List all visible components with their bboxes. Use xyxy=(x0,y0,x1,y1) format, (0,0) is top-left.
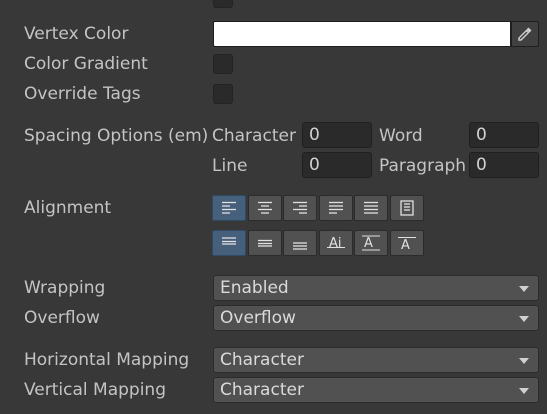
vertical-alignment-group: Ai A A xyxy=(212,230,425,256)
wrapping-label: Wrapping xyxy=(24,278,106,298)
align-midline-button[interactable]: A xyxy=(354,230,388,256)
svg-text:Ai: Ai xyxy=(329,236,342,251)
chevron-down-icon xyxy=(519,286,529,292)
wrapping-dropdown[interactable]: Enabled xyxy=(213,275,539,301)
align-top-icon xyxy=(222,237,236,245)
svg-text:A: A xyxy=(364,236,373,251)
align-justify-icon xyxy=(328,201,343,214)
word-spacing-input[interactable]: 0 xyxy=(469,122,539,148)
align-geometry-center-button[interactable] xyxy=(389,195,424,221)
character-spacing-input[interactable]: 0 xyxy=(302,122,372,148)
align-left-button[interactable] xyxy=(212,195,246,221)
override-tags-checkbox[interactable] xyxy=(213,84,233,104)
horizontal-mapping-dropdown[interactable]: Character xyxy=(213,347,539,373)
horizontal-mapping-label: Horizontal Mapping xyxy=(24,350,190,370)
wrapping-value: Enabled xyxy=(220,278,289,298)
horizontal-alignment-group xyxy=(212,195,425,221)
overflow-label: Overflow xyxy=(24,308,100,328)
color-picker-button[interactable] xyxy=(511,21,539,47)
align-bottom-button[interactable] xyxy=(283,230,317,256)
chevron-down-icon xyxy=(519,388,529,394)
line-spacing-input[interactable]: 0 xyxy=(302,152,372,178)
align-center-icon xyxy=(257,201,272,214)
paragraph-spacing-input[interactable]: 0 xyxy=(469,152,539,178)
align-flush-button[interactable] xyxy=(354,195,388,221)
partial-checkbox-top[interactable] xyxy=(213,0,233,8)
align-capline-icon: A xyxy=(397,237,416,252)
character-spacing-label: Character xyxy=(212,126,296,146)
overflow-dropdown[interactable]: Overflow xyxy=(213,305,539,331)
word-spacing-label: Word xyxy=(379,126,423,146)
align-left-icon xyxy=(222,201,236,214)
horizontal-mapping-value: Character xyxy=(220,350,304,370)
align-bottom-icon xyxy=(293,242,307,250)
svg-text:A: A xyxy=(401,238,410,252)
spacing-options-label: Spacing Options (em) xyxy=(24,126,209,146)
align-justify-button[interactable] xyxy=(318,195,353,221)
eyedropper-icon xyxy=(518,27,532,41)
align-middle-button[interactable] xyxy=(247,230,282,256)
line-spacing-label: Line xyxy=(212,156,248,176)
vertical-mapping-label: Vertical Mapping xyxy=(24,380,166,400)
align-baseline-button[interactable]: Ai xyxy=(318,230,353,256)
align-midline-icon: A xyxy=(362,235,380,251)
alignment-label: Alignment xyxy=(24,198,112,218)
align-top-button[interactable] xyxy=(212,230,246,256)
paragraph-spacing-label: Paragraph xyxy=(379,156,467,176)
align-capline-button[interactable]: A xyxy=(389,230,424,256)
color-gradient-label: Color Gradient xyxy=(24,54,148,74)
align-baseline-icon: Ai xyxy=(326,236,345,251)
align-middle-icon xyxy=(257,239,272,247)
color-gradient-checkbox[interactable] xyxy=(213,54,233,74)
override-tags-label: Override Tags xyxy=(24,84,141,104)
vertical-mapping-value: Character xyxy=(220,380,304,400)
align-right-button[interactable] xyxy=(283,195,317,221)
overflow-value: Overflow xyxy=(220,308,296,328)
vertex-color-swatch[interactable] xyxy=(213,21,511,47)
vertical-mapping-dropdown[interactable]: Character xyxy=(213,377,539,403)
chevron-down-icon xyxy=(519,358,529,364)
align-geometry-center-icon xyxy=(399,200,414,216)
vertex-color-label: Vertex Color xyxy=(24,24,129,44)
align-center-button[interactable] xyxy=(247,195,282,221)
align-flush-icon xyxy=(364,201,378,214)
align-right-icon xyxy=(293,201,307,214)
chevron-down-icon xyxy=(519,316,529,322)
